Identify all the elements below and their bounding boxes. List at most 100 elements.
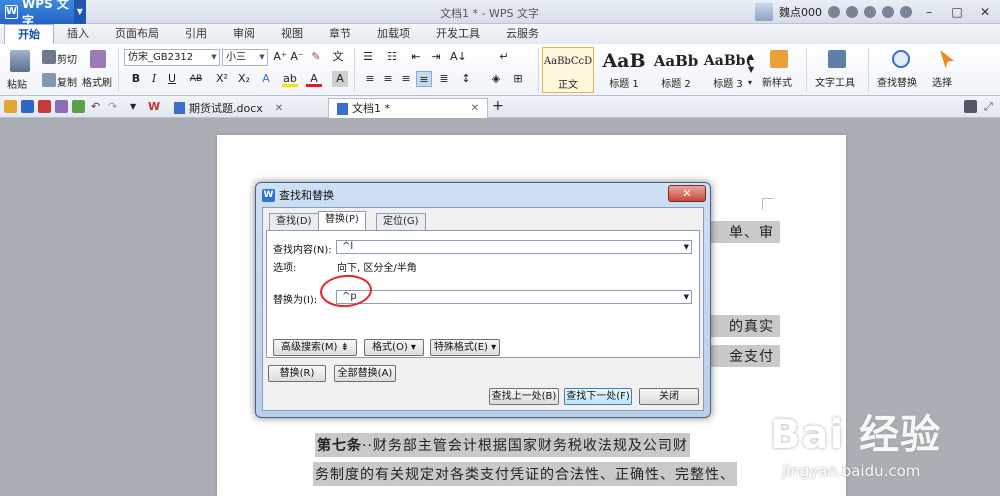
chevron-down-icon[interactable]: ▼ <box>684 241 689 253</box>
cursor-icon[interactable] <box>940 50 954 68</box>
superscript-icon[interactable]: X² <box>214 71 230 87</box>
backup-icon[interactable] <box>882 6 894 18</box>
style-heading-2[interactable]: AaBb 标题 2 <box>650 47 702 93</box>
cut-button[interactable]: 剪切 <box>57 51 77 66</box>
tab-page-layout[interactable]: 页面布局 <box>102 24 172 44</box>
highlight-icon[interactable]: ab <box>282 71 298 87</box>
replace-input[interactable]: ^p ▼ <box>336 290 692 304</box>
subscript-icon[interactable]: X₂ <box>236 71 252 87</box>
app-menu-button[interactable]: W WPS 文字 ▼ <box>0 0 86 28</box>
chinese-layout-icon[interactable]: A↓ <box>450 49 467 65</box>
paste-button[interactable]: 粘贴 <box>7 76 27 91</box>
settings-icon[interactable] <box>846 6 858 18</box>
text-effect-icon[interactable]: A <box>258 71 274 87</box>
font-size-select[interactable]: 小三 ▼ <box>222 49 268 66</box>
find-replace-icon[interactable] <box>892 50 910 68</box>
tab-find[interactable]: 查找(D) <box>269 213 319 230</box>
open-icon[interactable] <box>4 100 17 113</box>
new-tab-icon[interactable]: + <box>492 99 505 113</box>
tab-goto[interactable]: 定位(G) <box>376 213 426 230</box>
tab-section[interactable]: 章节 <box>316 24 364 44</box>
shading-icon[interactable]: ◈ <box>488 71 504 87</box>
text-tools-icon[interactable] <box>828 50 846 68</box>
style-heading-3[interactable]: AaBb( 标题 3 <box>702 47 754 93</box>
distributed-icon[interactable]: ≣ <box>436 71 452 87</box>
paste-icon[interactable] <box>10 50 30 72</box>
doc-tab-futures[interactable]: 期货试题.docx ✕ <box>166 98 291 118</box>
phonetic-icon[interactable]: 文 <box>330 49 346 65</box>
grow-font-icon[interactable]: A⁺ <box>272 49 288 65</box>
tab-developer[interactable]: 开发工具 <box>423 24 493 44</box>
font-name-select[interactable]: 仿宋_GB2312 ▼ <box>124 49 220 66</box>
tab-cloud[interactable]: 云服务 <box>493 24 552 44</box>
justify-icon[interactable]: ≡ <box>416 71 432 87</box>
bold-icon[interactable]: B <box>128 71 144 87</box>
help-icon[interactable] <box>900 6 912 18</box>
close-button[interactable]: 关闭 <box>639 388 699 405</box>
replace-button[interactable]: 替换(R) <box>268 365 326 382</box>
special-format-button[interactable]: 特殊格式(E) ▾ <box>430 339 500 356</box>
underline-icon[interactable]: U <box>164 71 180 87</box>
advanced-search-button[interactable]: 高级搜索(M) ⇟ <box>273 339 357 356</box>
dialog-title-bar[interactable]: W 查找和替换 <box>262 187 334 203</box>
numbering-icon[interactable]: ☷ <box>384 49 400 65</box>
save-icon[interactable] <box>21 100 34 113</box>
close-icon[interactable]: ✕ <box>471 99 479 118</box>
export-pdf-icon[interactable] <box>38 100 51 113</box>
char-shading-icon[interactable]: A <box>332 71 348 87</box>
tab-addins[interactable]: 加载项 <box>364 24 423 44</box>
align-center-icon[interactable]: ≡ <box>380 71 396 87</box>
select-button[interactable]: 选择 <box>932 74 952 89</box>
increase-indent-icon[interactable]: ⇥ <box>428 49 444 65</box>
borders-icon[interactable]: ⊞ <box>510 71 526 87</box>
minimize-button[interactable]: – <box>918 2 940 22</box>
tab-insert[interactable]: 插入 <box>54 24 102 44</box>
replace-all-button[interactable]: 全部替换(A) <box>334 365 396 382</box>
show-marks-icon[interactable]: ↵ <box>496 49 512 65</box>
text-tools-button[interactable]: 文字工具 <box>815 74 855 89</box>
close-icon[interactable]: ✕ <box>275 99 283 118</box>
align-left-icon[interactable]: ≡ <box>362 71 378 87</box>
new-style-button[interactable]: 新样式 <box>762 74 792 89</box>
print-icon[interactable] <box>55 100 68 113</box>
font-color-icon[interactable]: A <box>306 71 322 87</box>
style-heading-1[interactable]: AaB 标题 1 <box>598 47 650 93</box>
print-preview-icon[interactable] <box>72 100 85 113</box>
user-name[interactable]: 魏点000 <box>779 4 822 20</box>
undo-icon[interactable]: ↶ <box>91 100 104 113</box>
find-input[interactable]: ^l ▼ <box>336 240 692 254</box>
tab-view[interactable]: 视图 <box>268 24 316 44</box>
styles-scroll-icon[interactable]: ▲ ▼ ▾ <box>748 50 754 89</box>
style-normal[interactable]: AaBbCcD 正文 <box>542 47 594 93</box>
shrink-font-icon[interactable]: A⁻ <box>289 49 305 65</box>
tab-review[interactable]: 审阅 <box>220 24 268 44</box>
share-icon[interactable] <box>864 6 876 18</box>
new-style-icon[interactable] <box>770 50 788 68</box>
window-icon[interactable] <box>964 100 977 113</box>
align-right-icon[interactable]: ≡ <box>398 71 414 87</box>
copy-icon[interactable] <box>42 73 56 87</box>
skin-icon[interactable] <box>828 6 840 18</box>
wps-logo-icon[interactable]: W <box>148 100 161 113</box>
bullets-icon[interactable]: ☰ <box>360 49 376 65</box>
find-next-button[interactable]: 查找下一处(F) <box>564 388 632 405</box>
decrease-indent-icon[interactable]: ⇤ <box>408 49 424 65</box>
scissors-icon[interactable] <box>42 50 56 64</box>
format-painter-icon[interactable] <box>90 50 106 68</box>
chevron-down-icon[interactable]: ▼ <box>73 0 86 24</box>
strikethrough-icon[interactable]: AB <box>186 71 206 87</box>
maximize-button[interactable]: □ <box>946 2 968 22</box>
avatar[interactable] <box>755 3 773 21</box>
find-previous-button[interactable]: 查找上一处(B) <box>489 388 559 405</box>
chevron-down-icon[interactable]: ▼ <box>684 291 689 303</box>
redo-icon[interactable]: ↷ <box>108 100 121 113</box>
tab-references[interactable]: 引用 <box>172 24 220 44</box>
find-replace-button[interactable]: 查找替换 <box>877 74 917 89</box>
close-window-button[interactable]: ✕ <box>974 2 996 22</box>
clear-format-icon[interactable]: ✎ <box>308 49 324 65</box>
tab-home[interactable]: 开始 <box>4 24 54 44</box>
chevron-down-icon[interactable]: ▼ <box>130 100 143 113</box>
doc-tab-document1[interactable]: 文档1 * ✕ <box>328 98 488 118</box>
copy-button[interactable]: 复制 <box>57 74 77 89</box>
format-painter-button[interactable]: 格式刷 <box>82 74 112 89</box>
